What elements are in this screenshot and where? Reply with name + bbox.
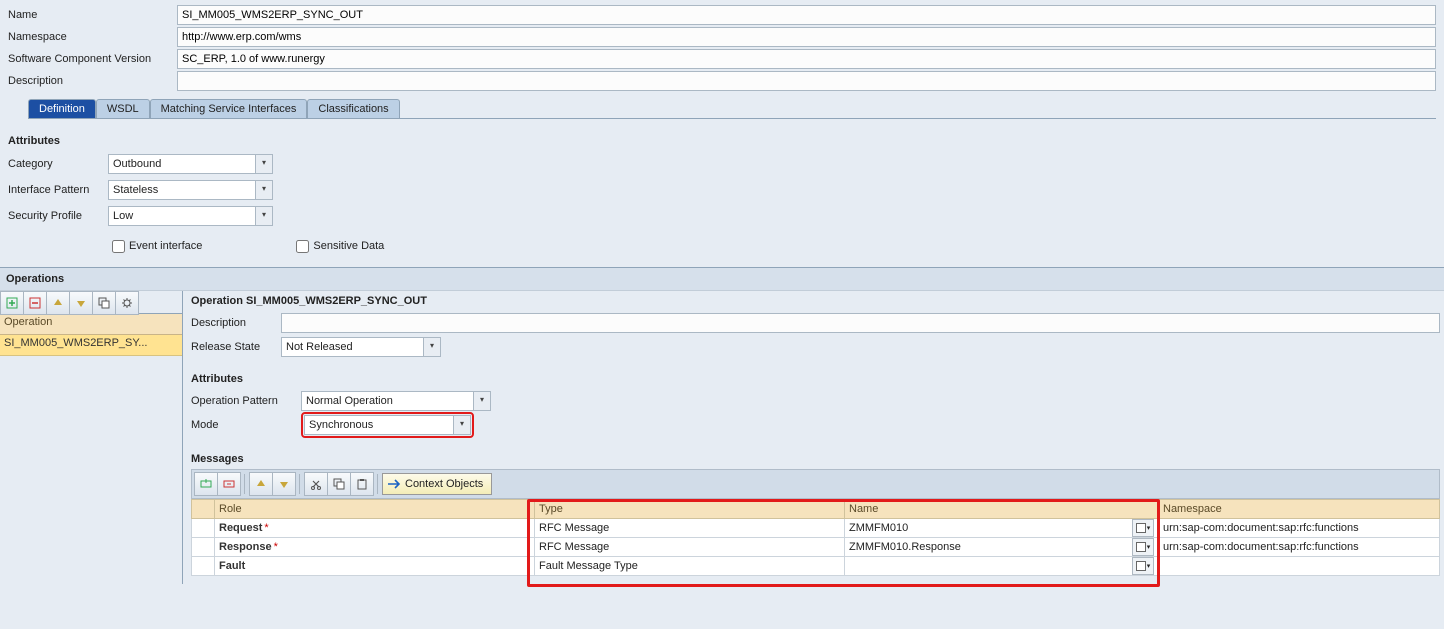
tab-classifications[interactable]: Classifications	[307, 99, 399, 118]
row-selector[interactable]	[192, 519, 215, 538]
namespace-cell[interactable]: urn:sap-com:document:sap:rfc:functions	[1159, 519, 1440, 538]
table-row[interactable]: Response*RFC MessageZMMFM010.Response▾ur…	[192, 538, 1440, 557]
msg-move-up-button[interactable]	[249, 472, 273, 496]
op-description-label: Description	[191, 317, 281, 329]
namespace-cell[interactable]: urn:sap-com:document:sap:rfc:functions	[1159, 538, 1440, 557]
context-objects-label: Context Objects	[405, 478, 483, 490]
copy-button[interactable]	[92, 291, 116, 315]
name-input[interactable]	[177, 5, 1436, 25]
operations-bar: Operations	[0, 267, 1444, 291]
operation-title: Operation SI_MM005_WMS2ERP_SYNC_OUT	[191, 295, 1440, 307]
role-cell: Request*	[215, 519, 535, 538]
msg-delete-button[interactable]	[217, 472, 241, 496]
sensitive-data-checkbox[interactable]: Sensitive Data	[292, 237, 384, 256]
security-profile-value: Low	[109, 210, 255, 222]
msg-move-down-button[interactable]	[272, 472, 296, 496]
security-profile-select[interactable]: Low ▾	[108, 206, 273, 226]
name-cell[interactable]: ZMMFM010▾	[845, 519, 1159, 538]
description-input[interactable]	[177, 71, 1436, 91]
col-role[interactable]: Role	[215, 500, 535, 519]
security-profile-label: Security Profile	[8, 210, 108, 222]
col-name[interactable]: Name	[845, 500, 1159, 519]
name-cell[interactable]: ZMMFM010.Response▾	[845, 538, 1159, 557]
delete-row-button[interactable]	[23, 291, 47, 315]
operation-pattern-label: Operation Pattern	[191, 395, 301, 407]
settings-button[interactable]	[115, 291, 139, 315]
category-select[interactable]: Outbound ▾	[108, 154, 273, 174]
category-label: Category	[8, 158, 108, 170]
type-cell[interactable]: RFC Message	[535, 538, 845, 557]
event-interface-label: Event interface	[129, 240, 202, 252]
row-selector-header	[192, 500, 215, 519]
role-cell: Fault	[215, 557, 535, 576]
messages-table: Role Type Name Namespace Request*RFC Mes…	[191, 499, 1440, 576]
msg-paste-button[interactable]	[350, 472, 374, 496]
release-state-label: Release State	[191, 341, 281, 353]
tab-wsdl[interactable]: WSDL	[96, 99, 150, 118]
op-attributes-title: Attributes	[191, 373, 1440, 385]
operations-title: Operations	[6, 273, 64, 285]
dropdown-icon: ▾	[453, 416, 470, 434]
dropdown-icon: ▾	[255, 207, 272, 225]
scv-label: Software Component Version	[8, 53, 177, 65]
dropdown-icon: ▾	[423, 338, 440, 356]
row-selector[interactable]	[192, 538, 215, 557]
dropdown-icon: ▾	[255, 181, 272, 199]
operation-pattern-select[interactable]: Normal Operation ▾	[301, 391, 491, 411]
move-down-button[interactable]	[69, 291, 93, 315]
operation-column-header: Operation	[0, 314, 182, 335]
msg-cut-button[interactable]	[304, 472, 328, 496]
sensitive-data-input[interactable]	[296, 240, 309, 253]
sensitive-data-label: Sensitive Data	[313, 240, 384, 252]
dropdown-icon: ▾	[473, 392, 490, 410]
description-label: Description	[8, 75, 177, 87]
move-up-button[interactable]	[46, 291, 70, 315]
type-cell[interactable]: Fault Message Type	[535, 557, 845, 576]
col-type[interactable]: Type	[535, 500, 845, 519]
mode-highlight: Synchronous ▾	[301, 412, 474, 438]
tab-strip: Definition WSDL Matching Service Interfa…	[28, 96, 1436, 119]
release-state-value: Not Released	[282, 341, 423, 353]
value-help-button[interactable]: ▾	[1132, 519, 1154, 537]
arrow-right-icon	[387, 478, 401, 490]
scv-input[interactable]	[177, 49, 1436, 69]
namespace-cell[interactable]	[1159, 557, 1440, 576]
msg-copy-button[interactable]	[327, 472, 351, 496]
event-interface-checkbox[interactable]: Event interface	[108, 237, 202, 256]
event-interface-input[interactable]	[112, 240, 125, 253]
table-row[interactable]: FaultFault Message Type ▾	[192, 557, 1440, 576]
insert-row-button[interactable]	[0, 291, 24, 315]
table-row[interactable]: Request*RFC MessageZMMFM010▾urn:sap-com:…	[192, 519, 1440, 538]
release-state-select[interactable]: Not Released ▾	[281, 337, 441, 357]
op-description-input[interactable]	[281, 313, 1440, 333]
category-value: Outbound	[109, 158, 255, 170]
mode-select[interactable]: Synchronous ▾	[304, 415, 471, 435]
mode-value: Synchronous	[305, 419, 453, 431]
interface-pattern-select[interactable]: Stateless ▾	[108, 180, 273, 200]
tab-matching-service-interfaces[interactable]: Matching Service Interfaces	[150, 99, 308, 118]
value-help-button[interactable]: ▾	[1132, 538, 1154, 556]
interface-pattern-value: Stateless	[109, 184, 255, 196]
value-help-button[interactable]: ▾	[1132, 557, 1154, 575]
messages-title: Messages	[191, 453, 1440, 465]
mode-label: Mode	[191, 419, 301, 431]
interface-pattern-label: Interface Pattern	[8, 184, 108, 196]
name-label: Name	[8, 9, 177, 21]
name-cell[interactable]: ▾	[845, 557, 1159, 576]
context-objects-button[interactable]: Context Objects	[382, 473, 492, 495]
attributes-title: Attributes	[8, 135, 1436, 147]
dropdown-icon: ▾	[255, 155, 272, 173]
operation-list-item[interactable]: SI_MM005_WMS2ERP_SY...	[0, 335, 182, 356]
msg-insert-button[interactable]	[194, 472, 218, 496]
col-namespace[interactable]: Namespace	[1159, 500, 1440, 519]
namespace-input[interactable]	[177, 27, 1436, 47]
tab-definition[interactable]: Definition	[28, 99, 96, 118]
type-cell[interactable]: RFC Message	[535, 519, 845, 538]
operation-pattern-value: Normal Operation	[302, 395, 473, 407]
namespace-label: Namespace	[8, 31, 177, 43]
row-selector[interactable]	[192, 557, 215, 576]
role-cell: Response*	[215, 538, 535, 557]
